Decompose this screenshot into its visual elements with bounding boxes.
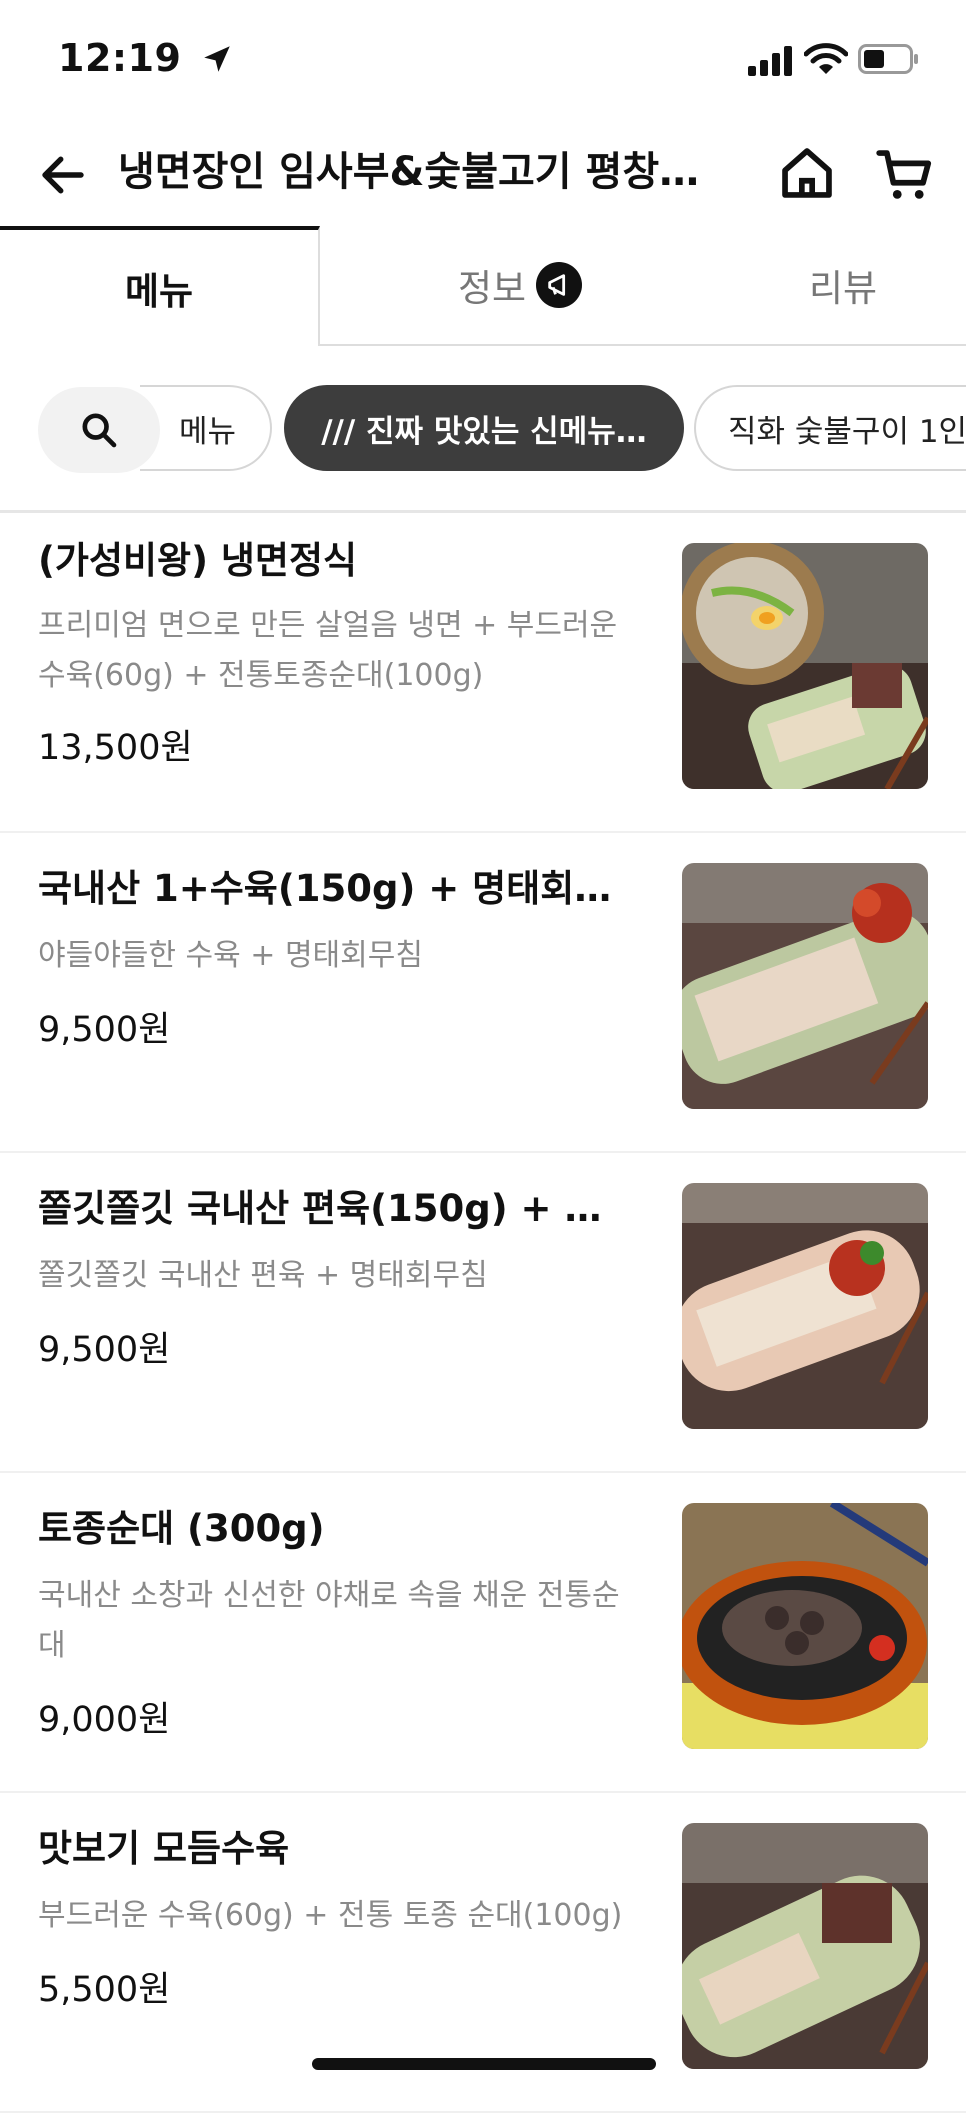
food-photo	[682, 1183, 928, 1429]
chip-label: 메뉴	[178, 413, 236, 450]
chip-category-new-menu[interactable]: /// 진짜 맛있는 신메뉴…	[284, 385, 684, 471]
item-price: 9,000원	[38, 1700, 171, 1740]
item-description: 쫄깃쫄깃 국내산 편육 + 명태회무침	[38, 1258, 488, 1293]
tab-info[interactable]: 정보	[320, 226, 720, 346]
item-price: 9,500원	[38, 1010, 171, 1050]
item-price: 9,500원	[38, 1330, 171, 1370]
chip-label: /// 진짜 맛있는 신메뉴…	[321, 413, 647, 450]
search-button[interactable]	[38, 387, 160, 473]
tab-review-label: 리뷰	[808, 267, 878, 310]
item-description: 프리미엄 면으로 만든 살얼음 냉면 + 부드러운 수육(60g) + 전통토종…	[38, 608, 618, 693]
category-chips: 메뉴 /// 진짜 맛있는 신메뉴… 직화 숯불구이 1인	[0, 385, 966, 475]
tab-bar: 메뉴 정보 리뷰	[0, 226, 966, 350]
megaphone-icon	[536, 262, 583, 308]
chip-label: 직화 숯불구이 1인	[728, 413, 966, 450]
wifi-icon	[804, 43, 848, 74]
tab-menu[interactable]: 메뉴	[0, 226, 320, 346]
tab-info-label: 정보	[457, 267, 527, 310]
item-name: 토종순대 (300g)	[38, 1507, 325, 1550]
arrow-left-icon[interactable]	[36, 148, 90, 202]
tab-menu-label: 메뉴	[124, 270, 194, 313]
header: 냉면장인 임사부&숯불고기 평창…	[0, 120, 966, 230]
status-time: 12:19	[58, 36, 182, 80]
menu-item[interactable]: (가성비왕) 냉면정식 프리미엄 면으로 만든 살얼음 냉면 + 부드러운 수육…	[0, 513, 966, 833]
item-price: 5,500원	[38, 1970, 171, 2010]
search-icon	[82, 413, 117, 448]
menu-item[interactable]: 토종순대 (300g) 국내산 소창과 신선한 야채로 속을 채운 전통순대 9…	[0, 1473, 966, 1793]
item-description: 야들야들한 수육 + 명태회무침	[38, 938, 423, 973]
item-description: 국내산 소창과 신선한 야채로 속을 채운 전통순대	[38, 1578, 620, 1663]
cart-icon[interactable]	[874, 144, 936, 206]
item-description: 부드러운 수육(60g) + 전통 토종 순대(100g)	[38, 1898, 623, 1933]
store-title: 냉면장인 임사부&숯불고기 평창…	[118, 149, 700, 195]
item-name: 국내산 1+수육(150g) + 명태회무침	[38, 867, 628, 910]
item-price: 13,500원	[38, 728, 193, 768]
battery-icon	[858, 44, 918, 74]
menu-item[interactable]: 쫄깃쫄깃 국내산 편육(150g) + 명태… 쫄깃쫄깃 국내산 편육 + 명태…	[0, 1153, 966, 1473]
status-bar: 12:19	[0, 0, 966, 120]
item-name: 쫄깃쫄깃 국내산 편육(150g) + 명태…	[38, 1187, 628, 1230]
menu-item[interactable]: 국내산 1+수육(150g) + 명태회무침 야들야들한 수육 + 명태회무침 …	[0, 833, 966, 1153]
home-icon[interactable]	[776, 142, 838, 204]
food-photo	[682, 863, 928, 1109]
tab-review[interactable]: 리뷰	[720, 226, 966, 346]
item-name: (가성비왕) 냉면정식	[38, 539, 358, 582]
chip-category-grill[interactable]: 직화 숯불구이 1인	[694, 385, 966, 471]
food-photo	[682, 1823, 928, 2069]
food-photo	[682, 1503, 928, 1749]
food-photo	[682, 543, 928, 789]
item-name: 맛보기 모듬수육	[38, 1827, 290, 1870]
location-arrow-icon	[204, 46, 230, 72]
menu-list: (가성비왕) 냉면정식 프리미엄 면으로 만든 살얼음 냉면 + 부드러운 수육…	[0, 513, 966, 2113]
home-indicator[interactable]	[312, 2058, 656, 2070]
signal-icon	[748, 46, 792, 76]
